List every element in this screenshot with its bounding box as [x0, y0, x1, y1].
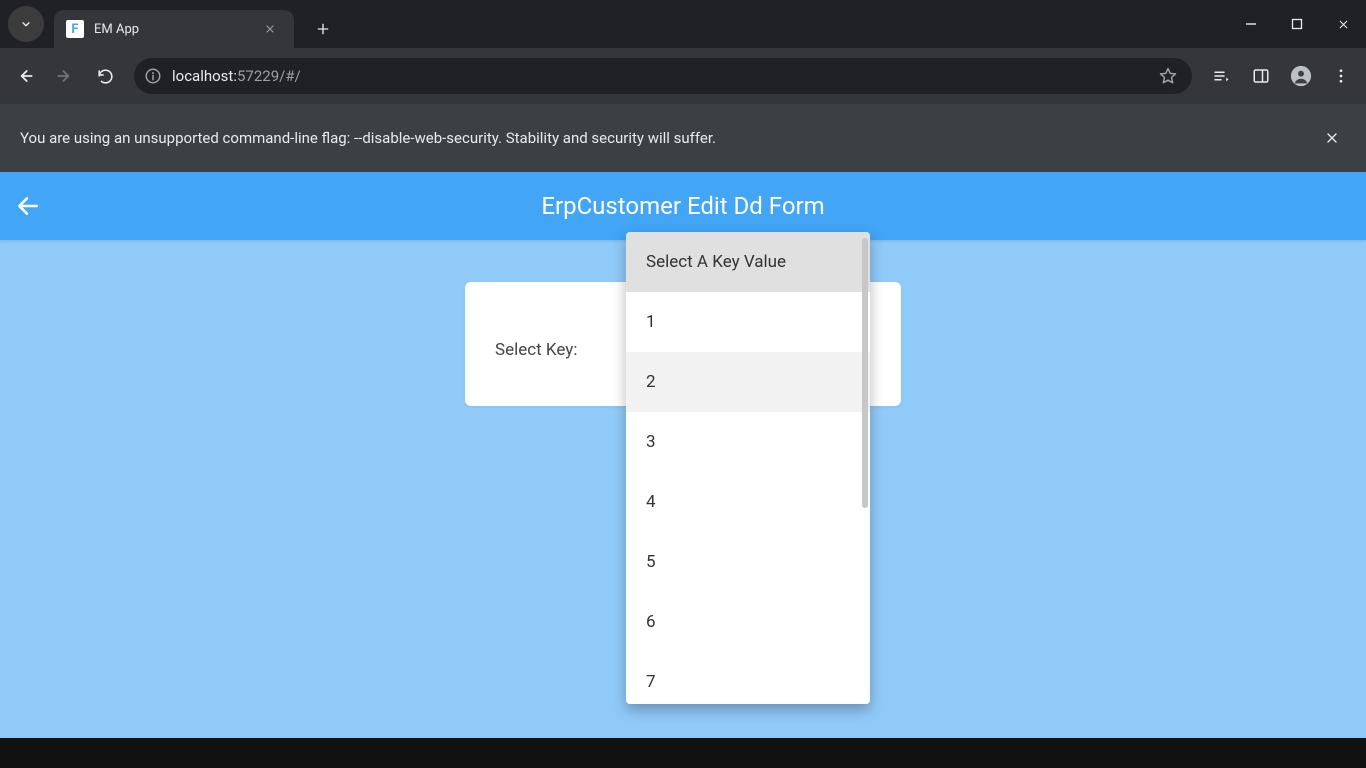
address-bar[interactable]: localhost:57229/#/	[134, 58, 1192, 94]
toolbar-right-icons	[1204, 59, 1358, 93]
security-warning-infobar: You are using an unsupported command-lin…	[0, 104, 1366, 172]
browser-menu-button[interactable]	[1324, 59, 1358, 93]
arrow-right-icon	[55, 66, 75, 86]
scrollbar-thumb[interactable]	[862, 238, 868, 508]
select-key-label: Select Key:	[495, 340, 577, 360]
tab-title: EM App	[94, 22, 264, 37]
info-icon	[144, 67, 162, 85]
flutter-favicon-icon: F	[66, 20, 84, 38]
bookmark-button[interactable]	[1158, 66, 1182, 86]
media-icon	[1212, 67, 1230, 85]
dropdown-option[interactable]: 6	[626, 592, 870, 652]
maximize-icon	[1291, 18, 1303, 30]
nav-back-button[interactable]	[8, 59, 42, 93]
tab-close-button[interactable]	[264, 23, 282, 35]
close-icon	[1337, 18, 1350, 31]
browser-tab-active[interactable]: F EM App	[54, 10, 294, 48]
dropdown-scroll[interactable]: Select A Key Value1234567	[626, 232, 870, 704]
app-bar-title: ErpCustomer Edit Dd Form	[541, 192, 824, 220]
key-dropdown-menu[interactable]: Select A Key Value1234567	[626, 232, 870, 704]
profile-button[interactable]	[1284, 59, 1318, 93]
kebab-icon	[1332, 67, 1350, 85]
new-tab-button[interactable]	[308, 14, 338, 44]
dropdown-option[interactable]: 3	[626, 412, 870, 472]
tab-strip: F EM App	[0, 0, 1366, 48]
app-viewport: ErpCustomer Edit Dd Form Select Key: Sel…	[0, 172, 1366, 738]
app-back-button[interactable]	[0, 193, 56, 219]
dropdown-option[interactable]: 4	[626, 472, 870, 532]
dropdown-option[interactable]: 2	[626, 352, 870, 412]
plus-icon	[315, 21, 331, 37]
url-text: localhost:57229/#/	[172, 67, 1148, 85]
nav-forward-button[interactable]	[48, 59, 82, 93]
avatar-icon	[1290, 65, 1312, 87]
media-control-button[interactable]	[1204, 59, 1238, 93]
arrow-left-icon	[15, 193, 41, 219]
window-close-button[interactable]	[1320, 0, 1366, 48]
star-icon	[1158, 66, 1178, 86]
chevron-down-icon	[19, 17, 33, 31]
minimize-icon	[1245, 18, 1257, 30]
window-controls	[1228, 0, 1366, 48]
side-panel-button[interactable]	[1244, 59, 1278, 93]
app-bar: ErpCustomer Edit Dd Form	[0, 172, 1366, 240]
reload-icon	[96, 67, 115, 86]
dropdown-header-item[interactable]: Select A Key Value	[626, 232, 870, 292]
window-minimize-button[interactable]	[1228, 0, 1274, 48]
browser-toolbar: localhost:57229/#/	[0, 48, 1366, 104]
browser-chrome: F EM App	[0, 0, 1366, 172]
taskbar-placeholder	[0, 738, 1366, 768]
arrow-left-icon	[15, 66, 35, 86]
close-icon	[264, 23, 276, 35]
panel-icon	[1252, 67, 1270, 85]
close-icon	[1324, 130, 1340, 146]
dropdown-option[interactable]: 7	[626, 652, 870, 704]
dropdown-option[interactable]: 5	[626, 532, 870, 592]
search-tabs-button[interactable]	[8, 6, 44, 42]
infobar-close-button[interactable]	[1318, 124, 1346, 152]
infobar-text: You are using an unsupported command-lin…	[20, 129, 716, 147]
window-maximize-button[interactable]	[1274, 0, 1320, 48]
nav-reload-button[interactable]	[88, 59, 122, 93]
site-info-button[interactable]	[144, 67, 162, 85]
dropdown-option[interactable]: 1	[626, 292, 870, 352]
